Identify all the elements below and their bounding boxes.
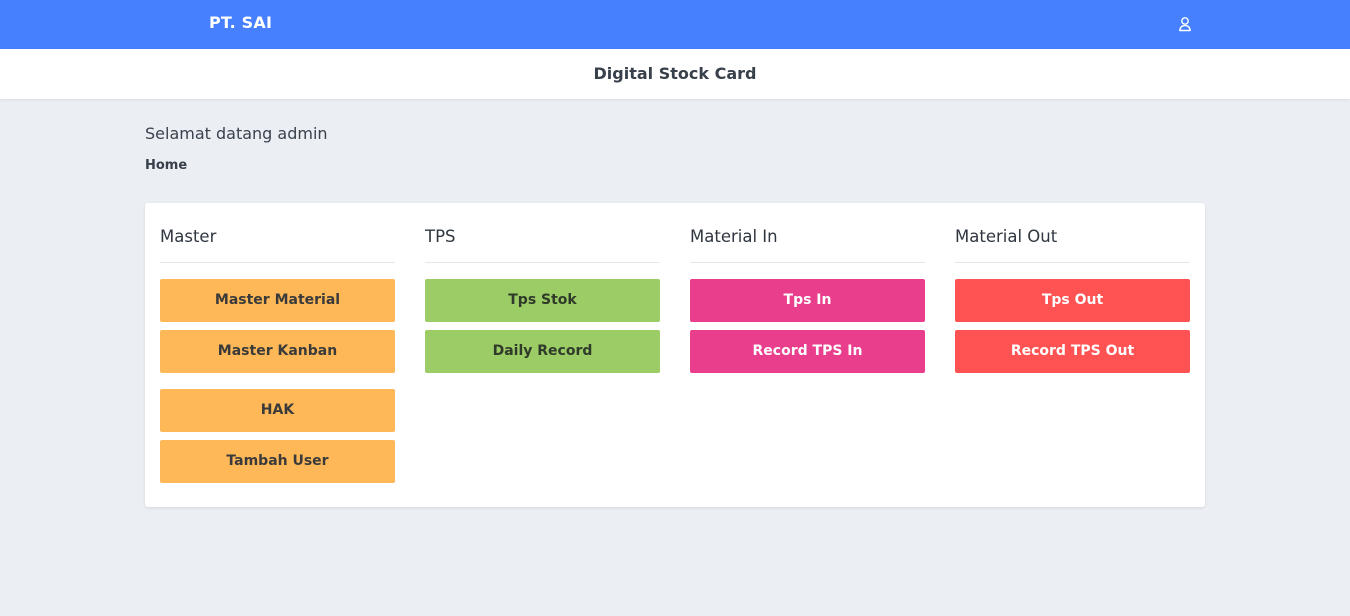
user-icon[interactable]: [1177, 15, 1193, 33]
top-navbar: PT. SAI: [0, 0, 1350, 49]
menu-card: Master Master Material Master Kanban HAK…: [145, 203, 1205, 507]
tambah-user-button[interactable]: Tambah User: [160, 440, 395, 483]
record-tps-out-button[interactable]: Record TPS Out: [955, 330, 1190, 373]
brand-logo[interactable]: PT. SAI: [209, 13, 272, 32]
hak-button[interactable]: HAK: [160, 389, 395, 432]
daily-record-button[interactable]: Daily Record: [425, 330, 660, 373]
tps-out-button[interactable]: Tps Out: [955, 279, 1190, 322]
column-title-material-in: Material In: [690, 227, 778, 246]
tps-in-button[interactable]: Tps In: [690, 279, 925, 322]
column-title-material-out: Material Out: [955, 227, 1058, 246]
column-title-master: Master: [160, 227, 217, 246]
divider: [955, 262, 1190, 263]
master-kanban-button[interactable]: Master Kanban: [160, 330, 395, 373]
app-title: Digital Stock Card: [593, 64, 757, 83]
column-title-tps: TPS: [425, 227, 456, 246]
tps-stok-button[interactable]: Tps Stok: [425, 279, 660, 322]
welcome-message: Selamat datang admin: [145, 124, 328, 143]
divider: [690, 262, 925, 263]
record-tps-in-button[interactable]: Record TPS In: [690, 330, 925, 373]
master-material-button[interactable]: Master Material: [160, 279, 395, 322]
app-title-bar: Digital Stock Card: [0, 49, 1350, 99]
breadcrumb-home[interactable]: Home: [145, 158, 187, 173]
divider: [160, 262, 395, 263]
divider: [425, 262, 660, 263]
